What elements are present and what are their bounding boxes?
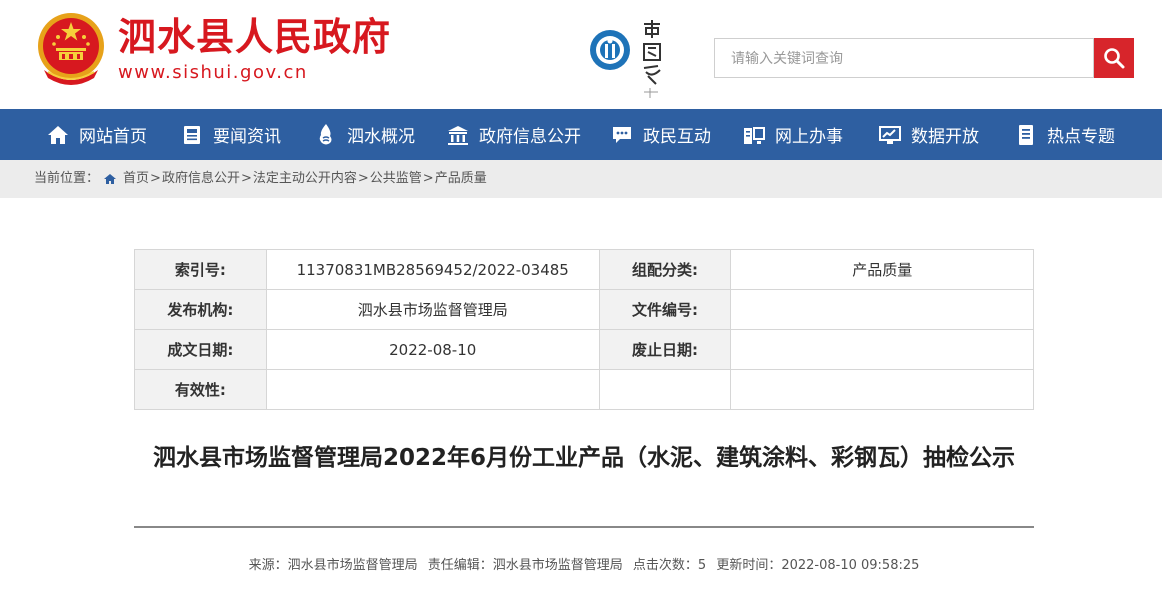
- document-icon: [1014, 123, 1038, 147]
- water-icon: [314, 123, 338, 147]
- site-url: www.sishui.gov.cn: [118, 62, 308, 83]
- table-row: 成文日期: 2022-08-10 废止日期:: [134, 329, 1034, 370]
- nav-item-online-service[interactable]: 网上办事: [742, 109, 878, 160]
- chat-icon: [610, 123, 634, 147]
- site-header: 泗水县人民政府 www.sishui.gov.cn: [0, 0, 1162, 109]
- breadcrumb: 当前位置： 首页 > 政府信息公开 > 法定主动公开内容 > 公共监管 > 产品质量: [0, 160, 1162, 198]
- government-icon: [446, 123, 470, 147]
- date-label: 成文日期:: [134, 329, 267, 370]
- article-updated: 更新时间：2022-08-10 09:58:25: [716, 558, 920, 573]
- index-value: 11370831MB28569452/2022-03485: [265, 249, 600, 290]
- search-input[interactable]: [714, 38, 1094, 78]
- nav-label: 泗水概况: [347, 127, 415, 147]
- nav-label: 数据开放: [911, 127, 979, 147]
- home-icon: [46, 123, 70, 147]
- date-value: 2022-08-10: [265, 329, 600, 370]
- nav-item-overview[interactable]: 泗水概况: [314, 109, 446, 160]
- national-emblem-icon: [38, 13, 104, 85]
- site-title: 泗水县人民政府: [118, 15, 392, 59]
- nav-item-gov-info[interactable]: 政府信息公开: [446, 109, 610, 160]
- breadcrumb-item-supervision[interactable]: 公共监管: [370, 160, 422, 198]
- nav-label: 要闻资讯: [213, 127, 281, 147]
- nav-label: 热点专题: [1047, 127, 1115, 147]
- validity-label: 有效性:: [134, 369, 267, 410]
- nav-item-home[interactable]: 网站首页: [46, 109, 180, 160]
- china-culture-logo-icon: [590, 30, 630, 70]
- article-title: 泗水县市场监督管理局2022年6月份工业产品（水泥、建筑涂料、彩钢瓦）抽检公示: [152, 445, 1016, 471]
- nav-label: 网站首页: [79, 127, 147, 147]
- nav-item-topics[interactable]: 热点专题: [1014, 109, 1134, 160]
- nav-label: 网上办事: [775, 127, 843, 147]
- search-icon: [1104, 48, 1125, 69]
- table-row: 索引号: 11370831MB28569452/2022-03485 组配分类:…: [134, 249, 1034, 290]
- category-value: 产品质量: [730, 249, 1034, 290]
- calligraphy-logo-icon: [643, 20, 661, 98]
- data-icon: [878, 123, 902, 147]
- index-label: 索引号:: [134, 249, 267, 290]
- validity-value: [265, 369, 600, 410]
- article-editor: 责任编辑：泗水县市场监督管理局: [427, 558, 623, 573]
- article-clicks: 点击次数：5: [632, 558, 707, 573]
- docno-label: 文件编号:: [598, 289, 732, 330]
- office-icon: [742, 123, 766, 147]
- newspaper-icon: [180, 123, 204, 147]
- table-row: 有效性:: [134, 369, 1034, 410]
- breadcrumb-item-statutory[interactable]: 法定主动公开内容: [253, 160, 357, 198]
- table-row: 发布机构: 泗水县市场监督管理局 文件编号:: [134, 289, 1034, 330]
- article-info: 来源：泗水县市场监督管理局 责任编辑：泗水县市场监督管理局 点击次数：5 更新时…: [134, 554, 1034, 573]
- publisher-label: 发布机构:: [134, 289, 267, 330]
- breadcrumb-item-quality[interactable]: 产品质量: [435, 160, 487, 198]
- main-nav: 网站首页 要闻资讯 泗水概况 政府信息公开 政民互动 网上办事 数据开放 热点专…: [0, 109, 1162, 160]
- nav-item-interaction[interactable]: 政民互动: [610, 109, 742, 160]
- breadcrumb-item-home[interactable]: 首页: [123, 160, 149, 198]
- nav-item-news[interactable]: 要闻资讯: [180, 109, 314, 160]
- publisher-value: 泗水县市场监督管理局: [265, 289, 600, 330]
- nav-label: 政府信息公开: [479, 127, 581, 147]
- abolish-value: [730, 329, 1034, 370]
- divider: [134, 526, 1034, 528]
- abolish-label: 废止日期:: [598, 329, 732, 370]
- nav-item-open-data[interactable]: 数据开放: [878, 109, 1014, 160]
- search-button[interactable]: [1094, 38, 1134, 78]
- nav-label: 政民互动: [643, 127, 711, 147]
- category-label: 组配分类:: [598, 249, 732, 290]
- breadcrumb-prefix: 当前位置：: [34, 171, 100, 186]
- breadcrumb-item-gov-info[interactable]: 政府信息公开: [162, 160, 240, 198]
- home-icon: [103, 173, 117, 185]
- empty-cell: [598, 369, 732, 410]
- article-source: 来源：泗水县市场监督管理局: [248, 558, 418, 573]
- document-meta-table: 索引号: 11370831MB28569452/2022-03485 组配分类:…: [134, 249, 1034, 410]
- empty-cell: [730, 369, 1034, 410]
- docno-value: [730, 289, 1034, 330]
